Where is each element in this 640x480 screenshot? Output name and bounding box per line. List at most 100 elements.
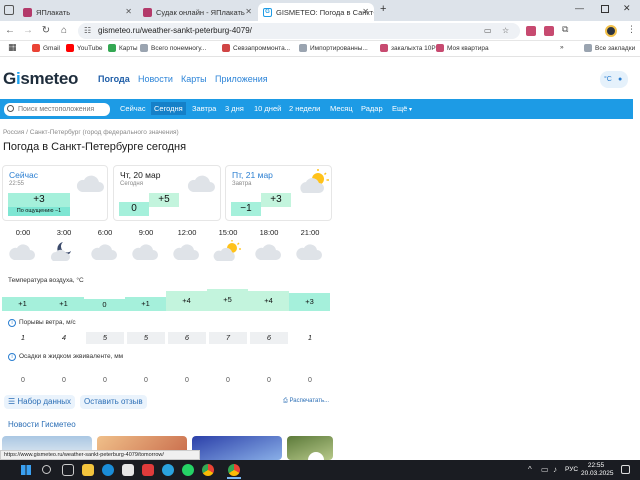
bookmark-apartment[interactable]: Моя квартира bbox=[436, 44, 489, 52]
precipitation-value: 0 bbox=[185, 377, 189, 384]
edge-icon[interactable] bbox=[102, 464, 114, 476]
card-tomorrow[interactable]: Пт, 21 мар Завтра −1 +3 bbox=[225, 165, 332, 221]
location-search-input[interactable]: Поиск местоположения bbox=[4, 103, 110, 116]
data-set-button[interactable]: ☰ Набор данных bbox=[4, 395, 76, 409]
card-today[interactable]: Чт, 20 мар Сегодня 0 +5 bbox=[113, 165, 221, 221]
tab-yaplakat[interactable]: ЯПлакать ✕ bbox=[18, 3, 137, 21]
cast-icon[interactable]: ▭ bbox=[484, 23, 492, 39]
nav-news[interactable]: Новости bbox=[138, 74, 173, 84]
clock[interactable]: 22:55 20.03.2025 bbox=[581, 462, 614, 478]
close-tab-icon[interactable]: ✕ bbox=[245, 7, 252, 16]
chrome-icon[interactable] bbox=[202, 464, 214, 476]
language-indicator[interactable]: РУС bbox=[565, 466, 578, 473]
wind-gust-label: Порывы ветра, м/с bbox=[19, 319, 76, 326]
app-icon[interactable] bbox=[142, 464, 154, 476]
file-explorer-icon[interactable] bbox=[82, 464, 94, 476]
site-icon bbox=[436, 44, 444, 52]
bookmarks-more-button[interactable]: » bbox=[560, 44, 564, 51]
gismeteo-logo[interactable]: Gismeteo bbox=[3, 69, 78, 89]
start-icon[interactable] bbox=[21, 465, 31, 475]
tab-more[interactable]: Ещё bbox=[392, 104, 407, 113]
tab-now[interactable]: Сейчас bbox=[120, 104, 146, 113]
temperature-block: +4 bbox=[166, 291, 207, 311]
tab-gismeteo[interactable]: G GISMETEO: Погода в Санкт-Петер ✕ bbox=[258, 3, 374, 21]
extensions-puzzle-icon[interactable]: ⧉ bbox=[562, 24, 568, 35]
feedback-button[interactable]: Оставить отзыв bbox=[80, 395, 147, 409]
tab-3-days[interactable]: 3 дня bbox=[225, 104, 244, 113]
site-icon bbox=[380, 44, 388, 52]
print-button[interactable]: ⎙ Распечатать... bbox=[283, 398, 329, 405]
minimize-window-icon[interactable]: — bbox=[575, 3, 584, 13]
bookmark-imported[interactable]: Импортированны... bbox=[299, 44, 368, 52]
news-thumbnail[interactable] bbox=[192, 436, 282, 460]
bookmark-label: закалыхта 10Р bbox=[391, 44, 436, 52]
reload-icon[interactable]: ↻ bbox=[40, 25, 52, 37]
whatsapp-icon[interactable] bbox=[182, 464, 194, 476]
tab-sudak[interactable]: Судак онлайн - ЯПлакать ✕ bbox=[138, 3, 257, 21]
news-section-title[interactable]: Новости Гисметео bbox=[8, 420, 76, 429]
menu-dots-icon[interactable]: ⋮ bbox=[627, 24, 636, 35]
chrome-active-icon[interactable] bbox=[228, 464, 240, 476]
search-icon bbox=[7, 105, 14, 112]
all-bookmarks-folder[interactable]: Все закладки bbox=[584, 44, 635, 52]
menu-lines-icon: ☰ bbox=[8, 397, 16, 406]
forward-arrow-icon[interactable]: → bbox=[22, 25, 34, 37]
volume-icon[interactable]: ♪ bbox=[553, 465, 557, 474]
cloud-icon bbox=[9, 244, 35, 260]
hour-label: 3:00 bbox=[56, 228, 72, 237]
tab-month[interactable]: Месяц bbox=[330, 104, 353, 113]
apps-grid-icon[interactable]: ▦ bbox=[8, 42, 17, 53]
tab-radar[interactable]: Радар bbox=[361, 104, 383, 113]
bookmark-zakalykhta[interactable]: закалыхта 10Р bbox=[380, 44, 436, 52]
tab-10-days[interactable]: 10 дней bbox=[254, 104, 281, 113]
search-icon[interactable] bbox=[42, 465, 51, 474]
store-icon[interactable] bbox=[122, 464, 134, 476]
tray-chevron-icon[interactable]: ^ bbox=[528, 465, 532, 474]
nav-apps[interactable]: Приложения bbox=[215, 74, 268, 84]
tab-today[interactable]: Сегодня bbox=[151, 102, 186, 115]
bookmark-youtube[interactable]: YouTube bbox=[66, 44, 103, 52]
button-label: Набор данных bbox=[17, 397, 72, 406]
info-icon[interactable]: i bbox=[8, 353, 16, 361]
gmail-icon bbox=[32, 44, 40, 52]
card-now[interactable]: Сейчас 22:55 +3 По ощущению −1 bbox=[2, 165, 108, 221]
extension-icon[interactable] bbox=[526, 26, 536, 36]
bookmark-sevzap[interactable]: Севзапроммонта... bbox=[222, 44, 290, 52]
telegram-icon[interactable] bbox=[162, 464, 174, 476]
url-input[interactable]: ☷ gismeteo.ru/weather-sankt-peterburg-40… bbox=[78, 23, 520, 39]
chevron-down-icon[interactable]: ▾ bbox=[409, 106, 412, 113]
extension-icon[interactable] bbox=[544, 26, 554, 36]
close-tab-icon[interactable]: ✕ bbox=[362, 7, 369, 16]
tab-tomorrow[interactable]: Завтра bbox=[192, 104, 216, 113]
user-icon[interactable]: ● bbox=[618, 71, 622, 88]
task-view-icon[interactable] bbox=[62, 464, 74, 476]
wind-gust-value: 1 bbox=[307, 333, 313, 342]
bookmark-label: Импортированны... bbox=[310, 44, 368, 52]
bookmark-maps[interactable]: Карты bbox=[108, 44, 138, 52]
tab-search-icon[interactable] bbox=[4, 5, 14, 15]
profile-avatar[interactable] bbox=[605, 25, 617, 37]
tab-2-weeks[interactable]: 2 недели bbox=[289, 104, 320, 113]
restore-window-icon[interactable] bbox=[601, 5, 609, 13]
bookmark-gmail[interactable]: Gmail bbox=[32, 44, 60, 52]
network-icon[interactable]: ▭ bbox=[541, 465, 549, 474]
back-arrow-icon[interactable]: ← bbox=[4, 25, 16, 37]
close-tab-icon[interactable]: ✕ bbox=[125, 7, 132, 16]
moon-cloud-icon bbox=[51, 242, 71, 261]
nav-maps[interactable]: Карты bbox=[181, 74, 207, 84]
precipitation-label: Осадки в жидком эквиваленте, мм bbox=[19, 353, 124, 360]
bookmark-star-icon[interactable]: ☆ bbox=[502, 23, 509, 39]
unit-toggle[interactable]: °C ● bbox=[600, 71, 628, 88]
nav-weather[interactable]: Погода bbox=[98, 74, 130, 84]
bookmark-label: Всего понемногу... bbox=[151, 44, 207, 52]
yaplakat-favicon-icon bbox=[143, 7, 152, 17]
close-window-icon[interactable]: ✕ bbox=[623, 3, 631, 14]
new-tab-button[interactable]: + bbox=[380, 3, 386, 15]
min-temp: 0 bbox=[119, 202, 149, 216]
info-icon[interactable]: i bbox=[8, 319, 16, 327]
home-icon[interactable]: ⌂ bbox=[58, 25, 70, 37]
bookmark-misc[interactable]: Всего понемногу... bbox=[140, 44, 206, 52]
site-info-icon[interactable]: ☷ bbox=[84, 23, 91, 39]
notifications-icon[interactable] bbox=[621, 465, 630, 474]
breadcrumb[interactable]: Россия / Санкт-Петербург (город федераль… bbox=[3, 129, 179, 136]
